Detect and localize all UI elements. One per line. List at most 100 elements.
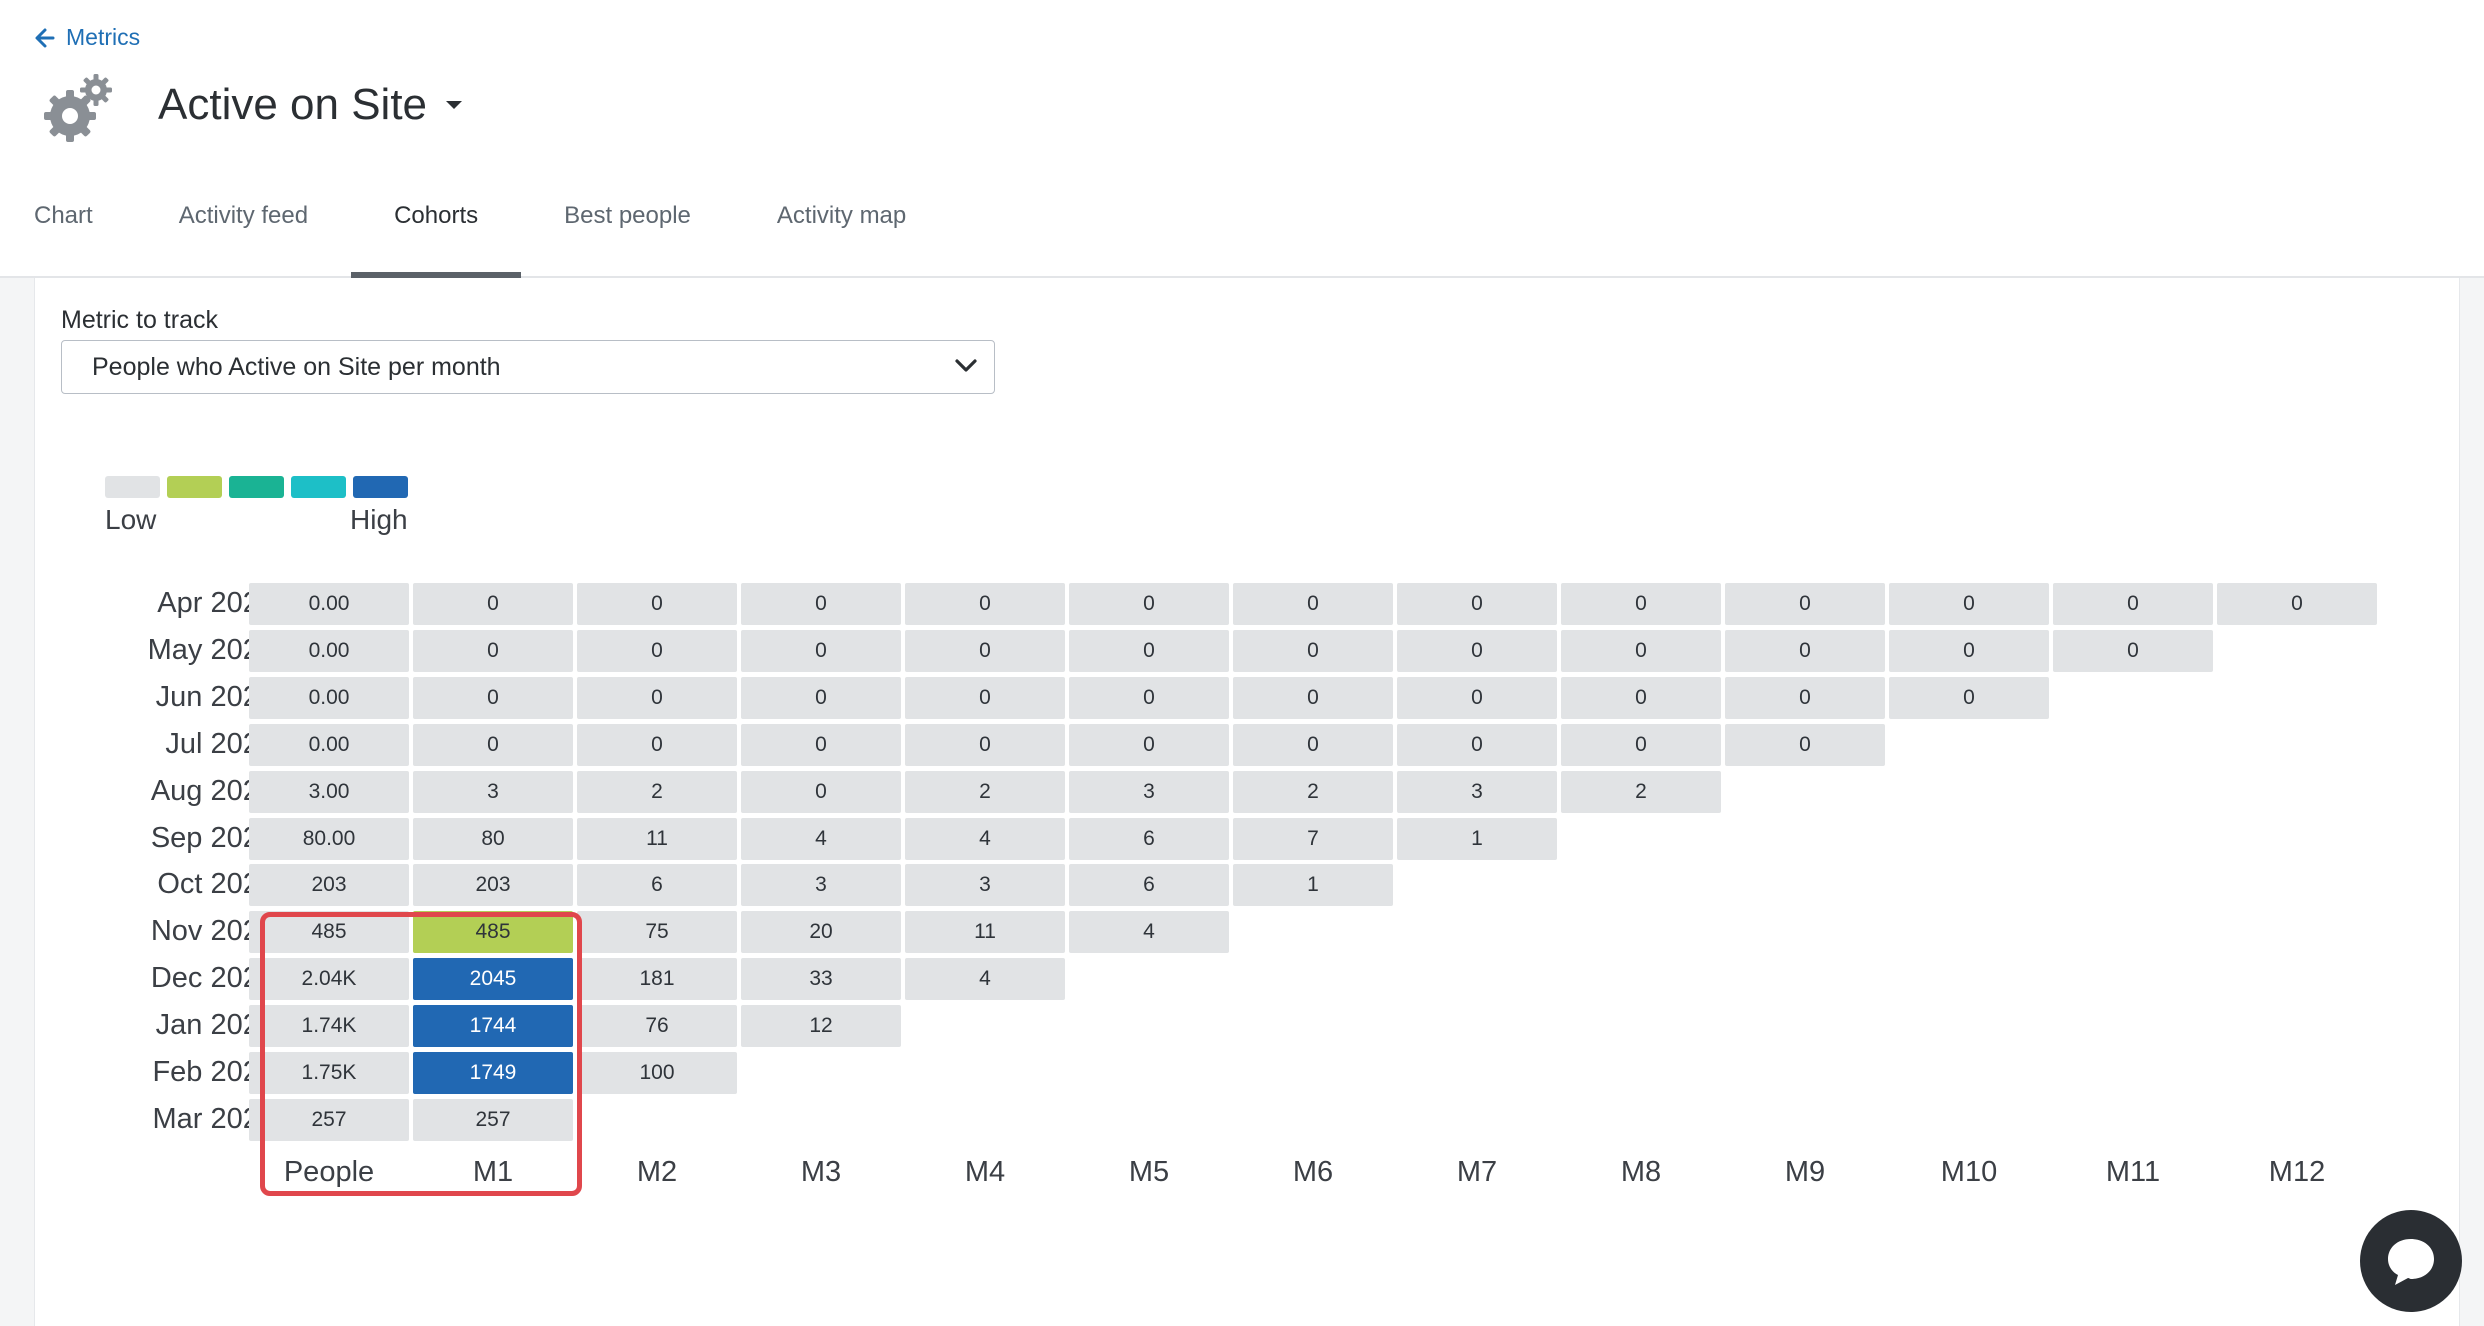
cohort-cell[interactable]: 3.00 — [249, 771, 409, 813]
tab-cohorts[interactable]: Cohorts — [351, 190, 522, 278]
cohort-cell[interactable]: 0 — [413, 677, 573, 719]
cohort-cell[interactable]: 0 — [1889, 630, 2049, 672]
cohort-cell[interactable]: 1744 — [413, 1005, 573, 1047]
cohort-cell[interactable]: 3 — [413, 771, 573, 813]
cohort-cell[interactable]: 0 — [2053, 583, 2213, 625]
cohort-cell[interactable]: 0 — [905, 630, 1065, 672]
cohort-cell[interactable]: 0 — [577, 677, 737, 719]
tab-chart[interactable]: Chart — [0, 190, 136, 276]
cohort-cell[interactable]: 76 — [577, 1005, 737, 1047]
cohort-cell[interactable]: 12 — [741, 1005, 901, 1047]
cohort-cell[interactable]: 33 — [741, 958, 901, 1000]
cohort-cell[interactable]: 0 — [1561, 583, 1721, 625]
cohort-cell[interactable]: 0 — [1725, 630, 1885, 672]
cohort-cell[interactable]: 0 — [741, 677, 901, 719]
cohort-cell[interactable]: 0 — [741, 583, 901, 625]
cohort-cell[interactable]: 80 — [413, 818, 573, 860]
cohort-cell[interactable]: 0 — [413, 630, 573, 672]
cohort-cell[interactable]: 4 — [905, 958, 1065, 1000]
cohort-cell[interactable]: 181 — [577, 958, 737, 1000]
cohort-cell[interactable]: 2045 — [413, 958, 573, 1000]
cohort-cell[interactable]: 2 — [1561, 771, 1721, 813]
cohort-cell[interactable]: 0.00 — [249, 677, 409, 719]
cohort-cell[interactable]: 0 — [1233, 583, 1393, 625]
cohort-cell[interactable]: 485 — [249, 911, 409, 953]
cohort-cell[interactable]: 0 — [1233, 724, 1393, 766]
cohort-cell[interactable]: 0 — [1397, 630, 1557, 672]
cohort-cell[interactable]: 80.00 — [249, 818, 409, 860]
cohort-cell[interactable]: 11 — [905, 911, 1065, 953]
chat-button[interactable] — [2360, 1210, 2462, 1312]
caret-down-icon[interactable] — [445, 99, 463, 111]
cohort-cell[interactable]: 0 — [1397, 583, 1557, 625]
cohort-cell[interactable]: 20 — [741, 911, 901, 953]
cohort-cell[interactable]: 4 — [741, 818, 901, 860]
cohort-cell[interactable]: 0 — [1725, 724, 1885, 766]
cohort-cell[interactable]: 257 — [413, 1099, 573, 1141]
metric-select[interactable]: People who Active on Site per month — [61, 340, 995, 394]
cohort-cell[interactable]: 4 — [905, 818, 1065, 860]
cohort-cell[interactable]: 0.00 — [249, 724, 409, 766]
cohort-cell[interactable]: 3 — [1069, 771, 1229, 813]
cohort-cell[interactable]: 203 — [413, 864, 573, 906]
cohort-cell[interactable]: 0 — [1397, 677, 1557, 719]
cohort-cell[interactable]: 0 — [1725, 677, 1885, 719]
cohort-cell[interactable]: 0 — [1069, 630, 1229, 672]
cohort-cell[interactable]: 0 — [1561, 724, 1721, 766]
cohort-cell[interactable]: 0 — [741, 724, 901, 766]
cohort-cell[interactable]: 0 — [1889, 583, 2049, 625]
tab-activity-map[interactable]: Activity map — [734, 190, 949, 276]
cohort-cell[interactable]: 0 — [1233, 677, 1393, 719]
cohort-cell[interactable]: 0 — [905, 583, 1065, 625]
cohort-cell[interactable]: 0.00 — [249, 583, 409, 625]
cohort-cell[interactable]: 0 — [905, 724, 1065, 766]
cohort-cell[interactable]: 1749 — [413, 1052, 573, 1094]
tab-activity-feed[interactable]: Activity feed — [136, 190, 351, 276]
cohort-cell[interactable]: 0 — [2053, 630, 2213, 672]
cohort-cell[interactable]: 6 — [1069, 864, 1229, 906]
cohort-cell[interactable]: 3 — [905, 864, 1065, 906]
cohort-cell[interactable]: 1 — [1397, 818, 1557, 860]
back-to-metrics-link[interactable]: Metrics — [34, 24, 140, 51]
cohort-cell[interactable]: 0 — [1069, 583, 1229, 625]
cohort-cell[interactable]: 0 — [1725, 583, 1885, 625]
cohort-cell[interactable]: 0 — [1069, 677, 1229, 719]
cohort-cell[interactable]: 1.74K — [249, 1005, 409, 1047]
cohort-cell[interactable]: 2.04K — [249, 958, 409, 1000]
cohort-cell[interactable]: 1 — [1233, 864, 1393, 906]
cohort-cell[interactable]: 6 — [577, 864, 737, 906]
cohort-cell[interactable]: 0.00 — [249, 630, 409, 672]
cohort-cell[interactable]: 0 — [577, 583, 737, 625]
tab-best-people[interactable]: Best people — [521, 190, 734, 276]
cohort-cell[interactable]: 0 — [1233, 630, 1393, 672]
cohort-cell[interactable]: 2 — [1233, 771, 1393, 813]
cohort-cell[interactable]: 0 — [1069, 724, 1229, 766]
cohort-cell[interactable]: 0 — [1889, 677, 2049, 719]
cohort-cell[interactable]: 0 — [741, 771, 901, 813]
cohort-cell[interactable]: 0 — [1561, 677, 1721, 719]
cohort-cell[interactable]: 2 — [905, 771, 1065, 813]
cohort-cell[interactable]: 11 — [577, 818, 737, 860]
cohort-cell[interactable]: 0 — [741, 630, 901, 672]
cohort-cell[interactable]: 0 — [1397, 724, 1557, 766]
cohort-cell[interactable]: 0 — [2217, 583, 2377, 625]
cohort-cell[interactable]: 0 — [1561, 630, 1721, 672]
cohort-cell[interactable]: 100 — [577, 1052, 737, 1094]
cohort-cell[interactable]: 1.75K — [249, 1052, 409, 1094]
cohort-cell[interactable]: 4 — [1069, 911, 1229, 953]
cohort-cell[interactable]: 0 — [413, 583, 573, 625]
cohort-cell[interactable]: 0 — [577, 724, 737, 766]
cohort-cell[interactable]: 7 — [1233, 818, 1393, 860]
cohort-cell[interactable]: 257 — [249, 1099, 409, 1141]
cohort-cell[interactable]: 0 — [577, 630, 737, 672]
cohort-cell[interactable]: 0 — [905, 677, 1065, 719]
cohort-cell[interactable]: 75 — [577, 911, 737, 953]
cohort-cell[interactable]: 203 — [249, 864, 409, 906]
cohort-cell[interactable]: 6 — [1069, 818, 1229, 860]
cohort-cell[interactable]: 2 — [577, 771, 737, 813]
cohort-column-label: M2 — [636, 1156, 678, 1188]
cohort-cell[interactable]: 3 — [741, 864, 901, 906]
cohort-cell[interactable]: 3 — [1397, 771, 1557, 813]
cohort-cell[interactable]: 0 — [413, 724, 573, 766]
cohort-cell[interactable]: 485 — [413, 911, 573, 953]
